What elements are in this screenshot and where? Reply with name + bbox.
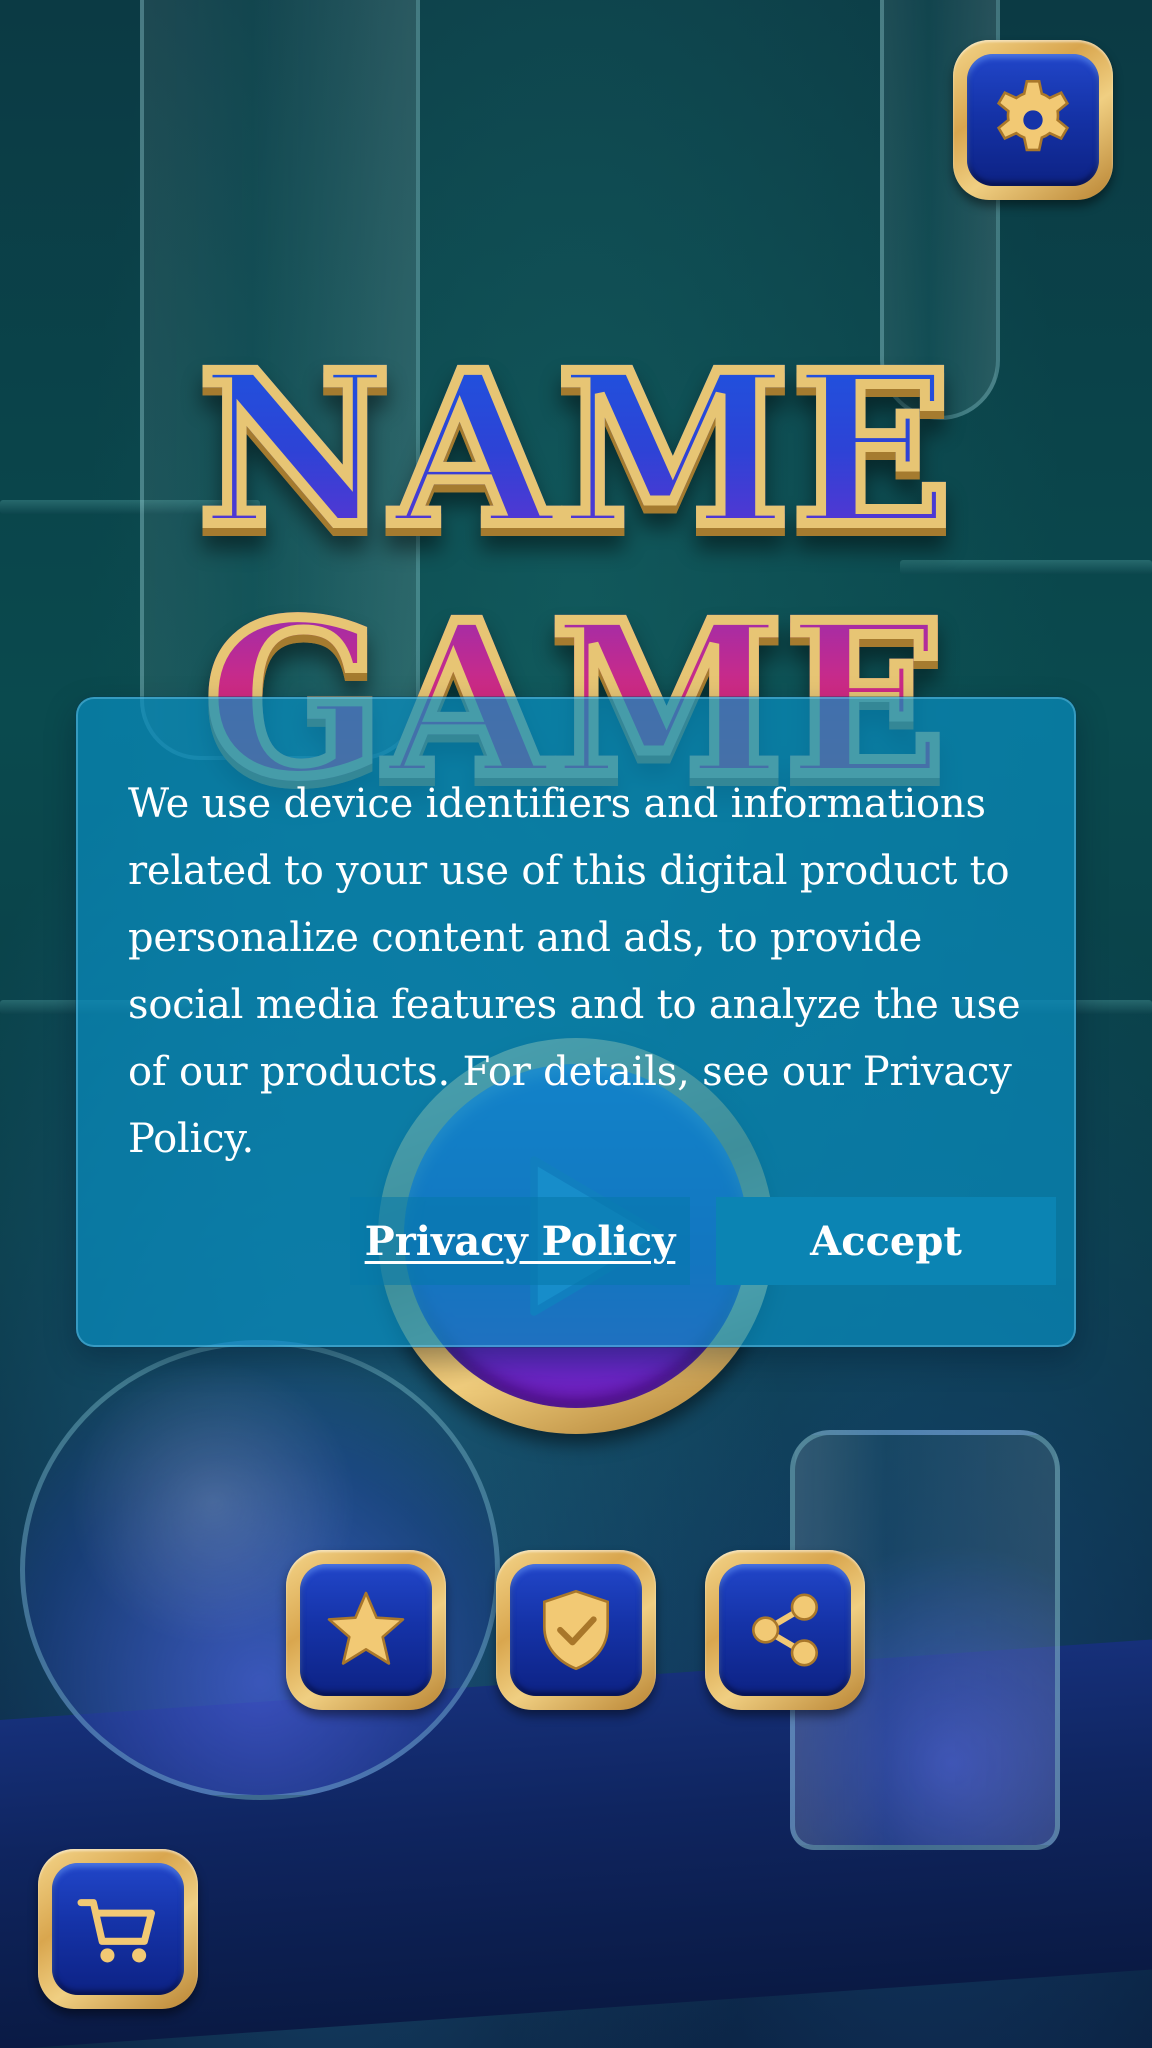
accept-button[interactable]: Accept (716, 1197, 1056, 1285)
consent-message: We use device identifiers and informatio… (128, 781, 1021, 1162)
privacy-policy-link[interactable]: Privacy Policy (350, 1197, 690, 1285)
privacy-shield-button[interactable] (496, 1550, 656, 1710)
cart-icon (77, 1899, 155, 1963)
shield-check-icon (543, 1589, 609, 1671)
star-icon (327, 1591, 405, 1665)
gear-icon (996, 79, 1070, 152)
shop-cart-button[interactable] (38, 1849, 198, 2009)
settings-button[interactable] (953, 40, 1113, 200)
consent-dialog: We use device identifiers and informatio… (76, 697, 1076, 1347)
share-icon (752, 1593, 818, 1667)
game-screen: NAME GAME (0, 0, 1152, 2048)
share-button[interactable] (705, 1550, 865, 1710)
game-title-line-1: NAME (193, 326, 956, 573)
rate-button[interactable] (286, 1550, 446, 1710)
